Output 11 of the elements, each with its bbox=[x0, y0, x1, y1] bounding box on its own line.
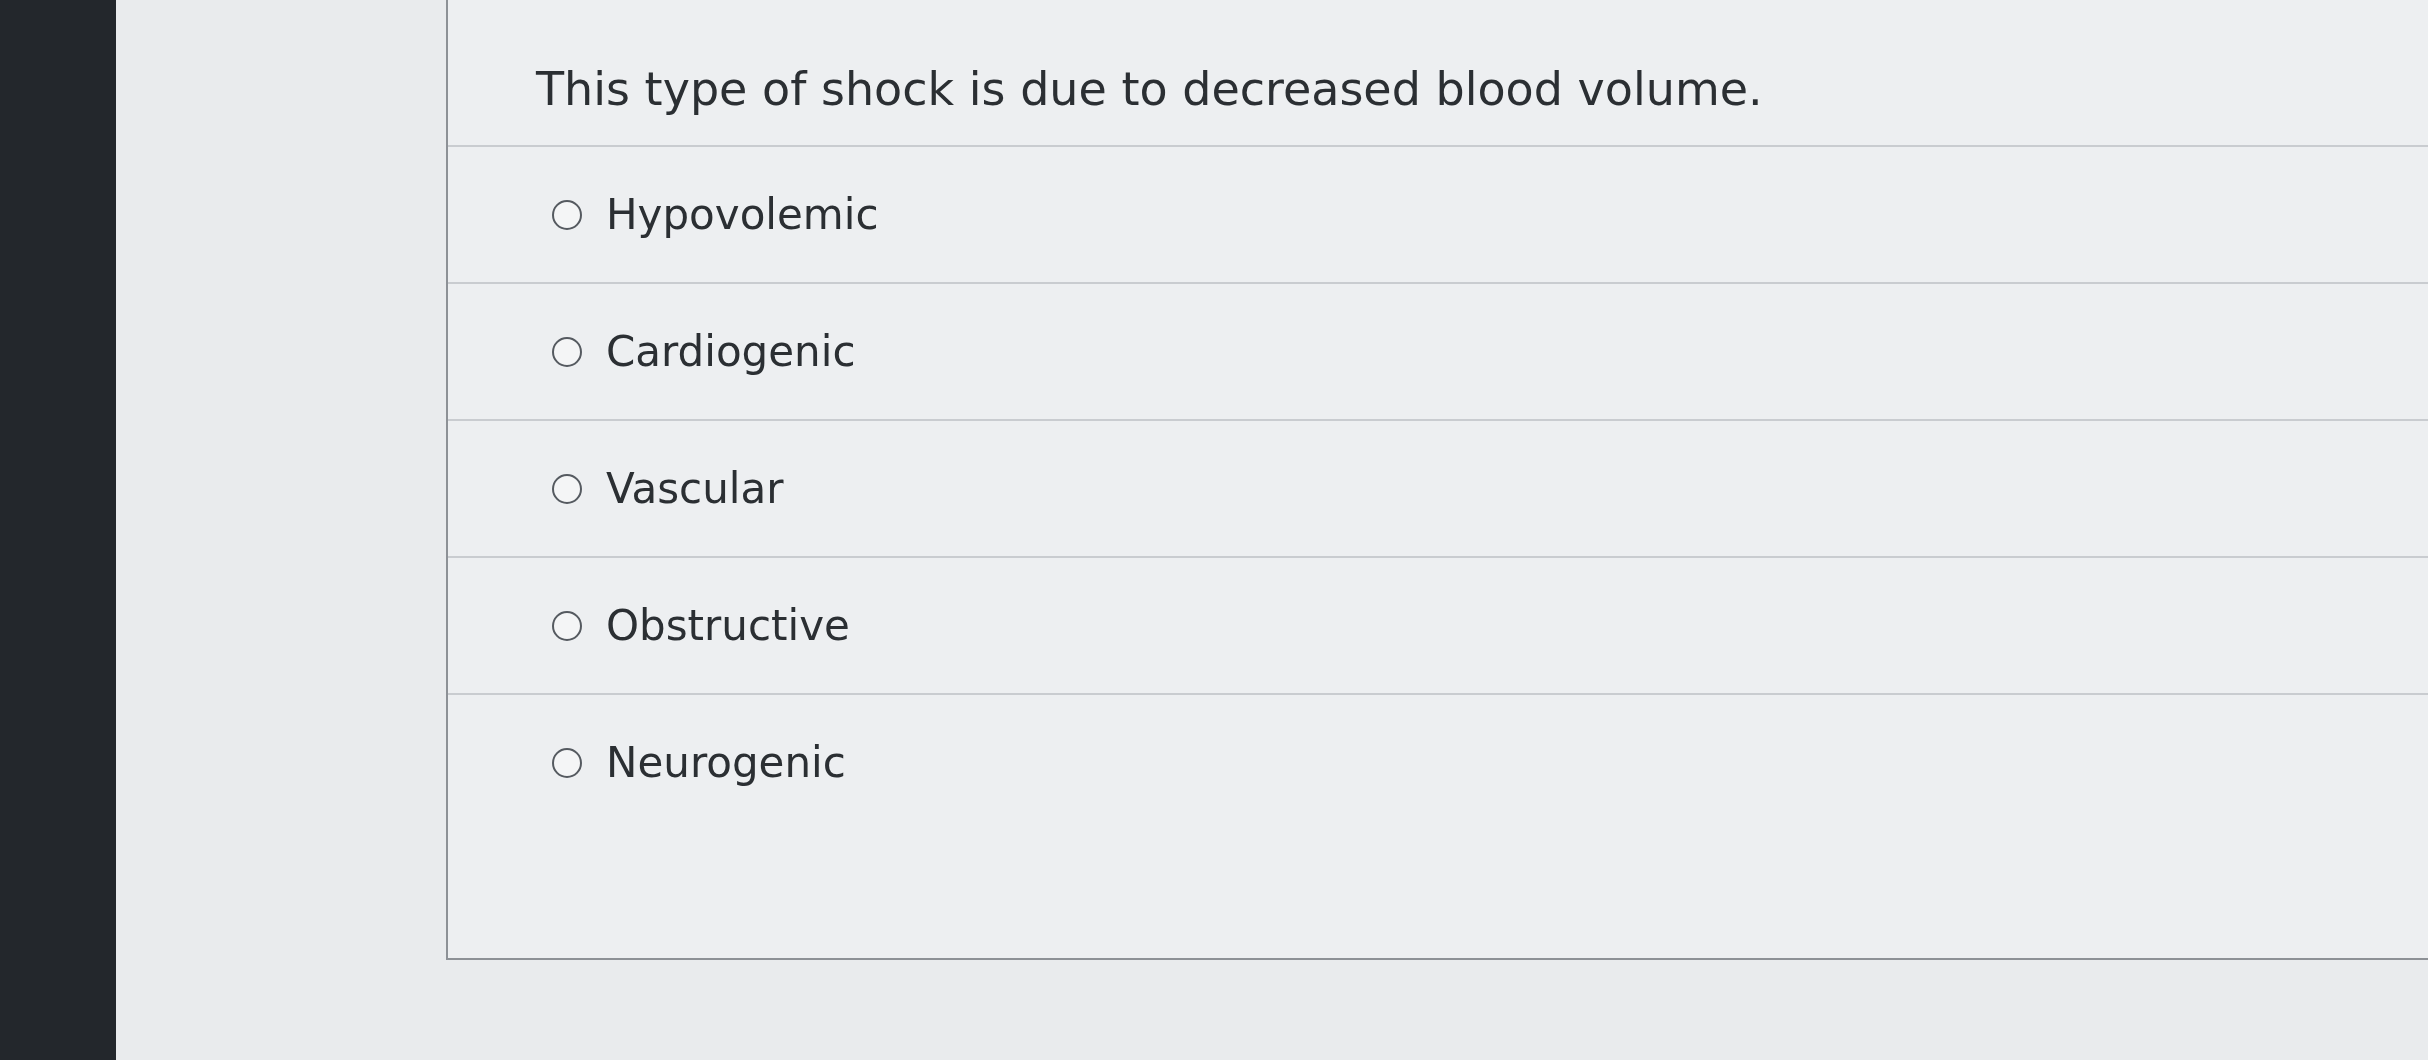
option-label: Hypovolemic bbox=[606, 190, 879, 239]
radio-button[interactable] bbox=[552, 336, 582, 367]
radio-button[interactable] bbox=[552, 199, 582, 230]
option-label: Vascular bbox=[606, 464, 784, 513]
option-label: Neurogenic bbox=[606, 738, 846, 787]
radio-button[interactable] bbox=[552, 747, 582, 778]
option-label: Obstructive bbox=[606, 601, 850, 650]
question-text: This type of shock is due to decreased blood volume. bbox=[448, 0, 2428, 147]
radio-button[interactable] bbox=[552, 473, 582, 504]
option-label: Cardiogenic bbox=[606, 327, 856, 376]
radio-button[interactable] bbox=[552, 610, 582, 641]
